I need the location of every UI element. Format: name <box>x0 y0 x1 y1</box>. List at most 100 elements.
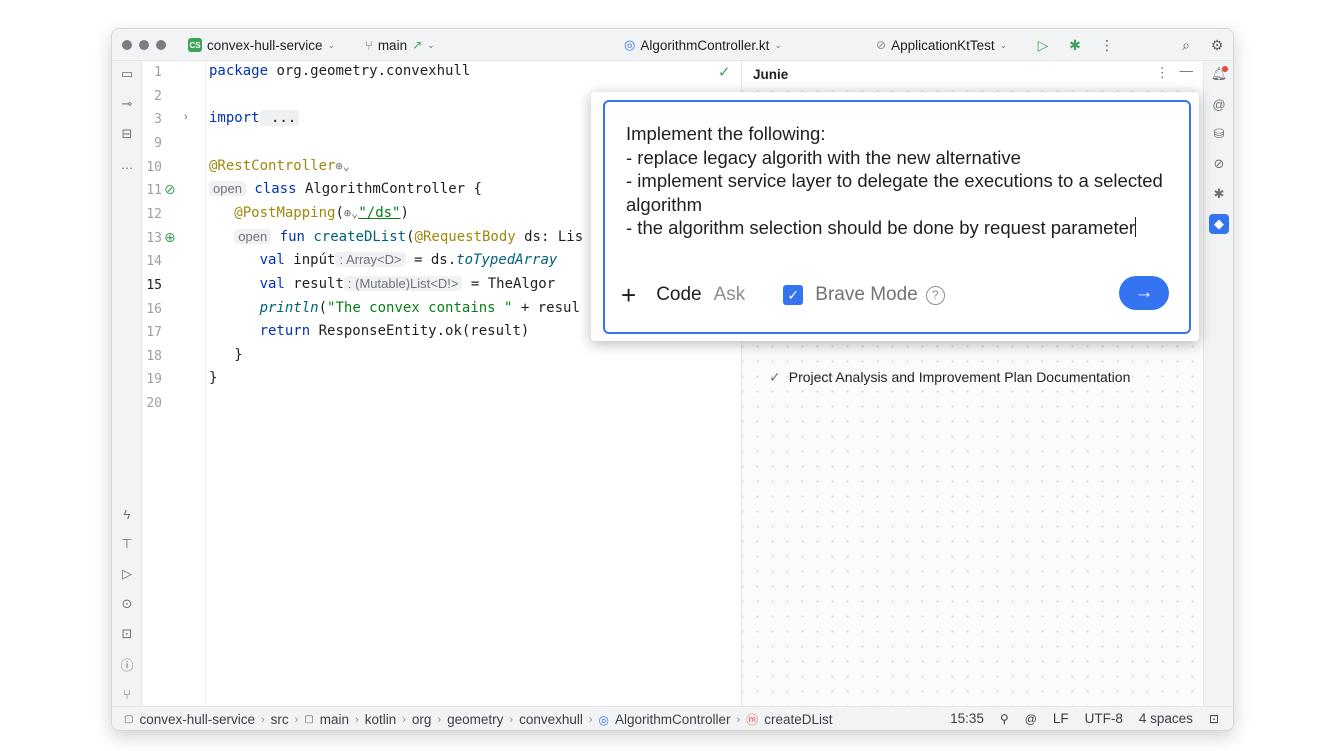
junie-title: Junie <box>753 67 789 82</box>
chevron-down-icon: ⌄ <box>327 39 336 50</box>
send-button[interactable]: → <box>1119 276 1169 310</box>
breadcrumb-item[interactable]: createDList <box>764 712 832 727</box>
settings-icon[interactable]: ⚙ <box>1209 37 1225 53</box>
ai-status-icon[interactable]: @ <box>1025 712 1037 726</box>
test-config-icon: ⊘ <box>876 38 887 52</box>
minimize-icon[interactable]: — <box>1180 63 1194 78</box>
branch-arrow: ↗ <box>412 38 423 52</box>
project-badge: CS <box>188 38 202 52</box>
prompt-text[interactable]: Implement the following: - replace legac… <box>626 122 1171 240</box>
junie-icon[interactable]: ◆ <box>1209 214 1229 234</box>
line-ending[interactable]: LF <box>1053 711 1069 726</box>
breadcrumb-item[interactable]: convexhull <box>519 712 583 727</box>
folder-icon[interactable]: ▭ <box>119 66 135 82</box>
lock-icon[interactable]: ⊡ <box>1209 712 1219 726</box>
prompt-input[interactable]: Implement the following: - replace legac… <box>603 100 1191 334</box>
run-config-name: ApplicationKtTest <box>891 37 995 53</box>
brave-mode-checkbox[interactable]: ✓ <box>783 285 804 305</box>
breadcrumb: ▢ convex-hull-service › src › ▢ main › kotl… <box>124 712 833 727</box>
method-icon: ⓜ <box>746 713 759 727</box>
file-selector[interactable]: ◎ AlgorithmController.kt ⌄ <box>624 29 782 61</box>
endpoints-icon[interactable]: ⊘ <box>1211 156 1227 172</box>
build-icon[interactable]: ⊤ <box>119 536 135 552</box>
status-widgets: 15:35 ⚲ @ LF UTF-8 4 spaces ⊡ <box>950 711 1219 726</box>
class-icon: ◎ <box>598 712 610 727</box>
status-bar: ▢ convex-hull-service › src › ▢ main › kotl… <box>112 706 1233 730</box>
check-icon: ✓ <box>769 369 781 385</box>
inspection-ok-icon: ✓ <box>718 64 731 81</box>
breadcrumb-item[interactable]: AlgorithmController <box>615 712 731 727</box>
more-icon[interactable]: ⋮ <box>1099 37 1115 53</box>
fold-expand-icon[interactable]: › <box>184 111 188 123</box>
breadcrumb-item[interactable]: kotlin <box>365 712 397 727</box>
spring-bean-icon[interactable]: ⊘ <box>164 181 176 198</box>
branch-name: main <box>377 37 408 53</box>
caret-position[interactable]: 15:35 <box>950 711 984 726</box>
window-controls[interactable] <box>122 40 166 50</box>
run-tool-icon[interactable]: ▷ <box>119 566 135 582</box>
problems-icon[interactable]: ⓘ <box>119 656 135 673</box>
ai-assistant-icon[interactable]: @ <box>1211 96 1227 112</box>
text-caret <box>1135 217 1137 237</box>
breadcrumb-item[interactable]: src <box>271 712 289 727</box>
code-line-17: return ResponseEntity.ok(result) <box>259 323 530 339</box>
code-line-15: val result: (Mutable)List<D!> = TheAlgor <box>259 276 556 292</box>
globe-icon: ⊕⌄ <box>335 159 350 173</box>
run-icon[interactable]: ▷ <box>1035 37 1051 53</box>
left-tool-strip: ▭ ⊸ ⊟ … ϟ ⊤ ▷ ⊙ ⊡ ⓘ ⑂ <box>112 61 142 706</box>
line-number: 9 <box>154 136 162 151</box>
encoding[interactable]: UTF-8 <box>1085 711 1123 726</box>
task-list-item[interactable]: ✓ Project Analysis and Improvement Plan D… <box>769 369 1130 386</box>
add-context-icon[interactable]: + <box>621 280 636 311</box>
line-number: 10 <box>146 160 162 175</box>
breadcrumb-item[interactable]: geometry <box>447 712 503 727</box>
junie-prompt-popup: Implement the following: - replace legac… <box>591 92 1199 341</box>
line-number: 17 <box>146 325 162 340</box>
chevron-down-icon: ⌄ <box>999 39 1008 50</box>
code-line-14: val inpút: Array<D> = ds.toTypedArray <box>259 252 558 268</box>
indent[interactable]: 4 spaces <box>1139 711 1193 726</box>
project-selector[interactable]: CS convex-hull-service ⌄ <box>188 29 335 61</box>
code-line-3: import ... <box>209 110 300 126</box>
line-number: 15 <box>146 278 162 293</box>
code-line-13: open fun createDList(@RequestBody ds: Li… <box>209 229 583 245</box>
structure-icon[interactable]: ⊟ <box>119 126 135 142</box>
git-icon[interactable]: ⑂ <box>119 686 135 702</box>
line-number: 2 <box>154 89 162 104</box>
more-icon[interactable]: ⋮ <box>1156 65 1170 81</box>
prompt-controls: + Code Ask ✓ Brave Mode ? <box>621 280 945 310</box>
run-config-selector[interactable]: ⊘ ApplicationKtTest ⌄ <box>876 29 1007 61</box>
code-line-10: @RestController⊕⌄ <box>209 158 350 174</box>
code-line-18: } <box>234 347 243 363</box>
line-number: 3 <box>154 112 162 127</box>
endpoint-icon[interactable]: ⊕ <box>164 229 176 246</box>
branch-selector[interactable]: ⑂ main ↗ ⌄ <box>365 29 435 61</box>
gradle-icon[interactable]: ✱ <box>1211 186 1227 202</box>
services-icon[interactable]: ⊙ <box>119 596 135 612</box>
editor-gutter: 1 2 3 › 9 10 11 ⊘ 12 13 ⊕ 14 15 16 17 18… <box>142 61 206 706</box>
globe-icon: ⊕⌄ <box>343 206 359 220</box>
breadcrumb-item[interactable]: main <box>320 712 349 727</box>
help-icon[interactable]: ? <box>925 285 945 305</box>
breadcrumb-item[interactable]: convex-hull-service <box>139 712 255 727</box>
lightning-icon[interactable]: ϟ <box>119 506 135 522</box>
project-name: convex-hull-service <box>207 37 323 53</box>
title-bar: CS convex-hull-service ⌄ ⑂ main ↗ ⌄ ◎ Al… <box>112 29 1233 61</box>
more-tools-icon[interactable]: … <box>119 156 135 172</box>
notifications-icon[interactable]: 🔔︎ <box>1211 66 1228 82</box>
debug-icon[interactable]: ✱ <box>1067 37 1083 53</box>
line-number: 20 <box>146 396 162 411</box>
folder-icon: ▢ <box>304 714 314 725</box>
brave-mode-label: Brave Mode <box>815 284 918 305</box>
search-icon[interactable]: ⌕ <box>1178 37 1194 53</box>
inspection-icon[interactable]: ⚲ <box>1000 712 1009 726</box>
commit-icon[interactable]: ⊸ <box>119 96 135 112</box>
terminal-icon[interactable]: ⊡ <box>119 626 135 642</box>
mode-ask-tab[interactable]: Ask <box>714 284 746 306</box>
kotlin-class-icon: ◎ <box>624 37 636 52</box>
database-icon[interactable]: ⛁ <box>1211 126 1227 142</box>
code-line-11: open class AlgorithmController { <box>209 181 482 197</box>
breadcrumb-item[interactable]: org <box>412 712 432 727</box>
code-line-12: @PostMapping(⊕⌄"/ds") <box>234 205 409 221</box>
mode-code-tab[interactable]: Code <box>656 284 701 306</box>
